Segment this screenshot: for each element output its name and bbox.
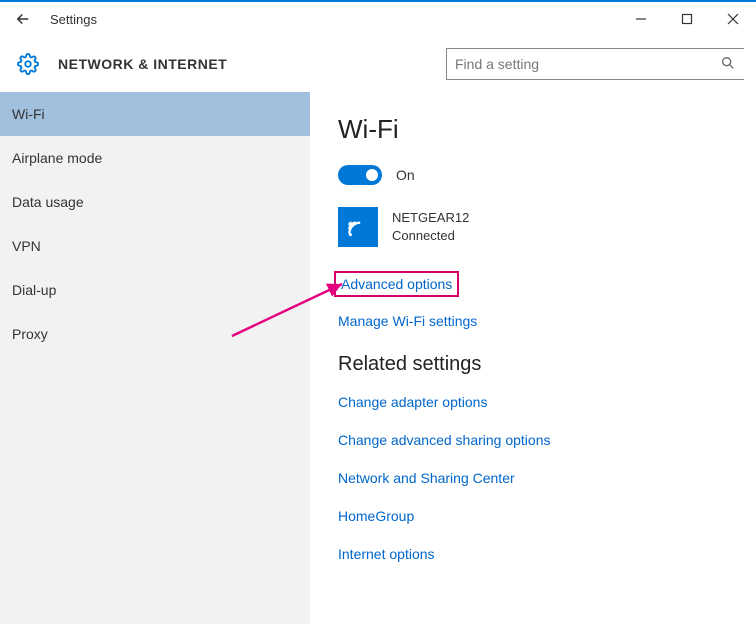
wifi-toggle[interactable] [338,165,382,185]
maximize-button[interactable] [664,2,710,36]
window-controls [618,2,756,36]
header-title: NETWORK & INTERNET [40,56,227,72]
related-link-homegroup[interactable]: HomeGroup [338,508,728,524]
sidebar-item-label: Proxy [12,326,48,342]
manage-wifi-link[interactable]: Manage Wi-Fi settings [338,313,728,329]
window-title: Settings [40,12,97,27]
gear-icon [16,52,40,76]
related-link-adapter[interactable]: Change adapter options [338,394,728,410]
close-button[interactable] [710,2,756,36]
titlebar: Settings [0,2,756,36]
minimize-button[interactable] [618,2,664,36]
search-icon [720,55,736,74]
related-link-internet[interactable]: Internet options [338,546,728,562]
sidebar-item-wifi[interactable]: Wi-Fi [0,92,310,136]
sidebar-item-label: Wi-Fi [12,106,45,122]
sidebar-item-dialup[interactable]: Dial-up [0,268,310,312]
wifi-toggle-row: On [338,165,728,185]
sidebar-item-proxy[interactable]: Proxy [0,312,310,356]
wifi-signal-icon [338,207,378,247]
back-button[interactable] [6,2,40,36]
header: NETWORK & INTERNET Find a setting [0,36,756,92]
network-text: NETGEAR12 Connected [392,209,469,244]
advanced-options-link[interactable]: Advanced options [338,275,455,293]
current-network[interactable]: NETGEAR12 Connected [338,207,728,247]
sidebar-item-label: VPN [12,238,41,254]
related-heading: Related settings [338,353,728,376]
related-link-sharing[interactable]: Change advanced sharing options [338,432,728,448]
search-placeholder: Find a setting [455,56,539,72]
sidebar: Wi-Fi Airplane mode Data usage VPN Dial-… [0,92,310,624]
wifi-toggle-label: On [396,167,415,183]
page-heading: Wi-Fi [338,114,728,145]
search-input[interactable]: Find a setting [446,48,744,80]
sidebar-item-vpn[interactable]: VPN [0,224,310,268]
sidebar-item-datausage[interactable]: Data usage [0,180,310,224]
sidebar-item-label: Dial-up [12,282,56,298]
network-status: Connected [392,227,469,245]
related-link-nsc[interactable]: Network and Sharing Center [338,470,728,486]
network-name: NETGEAR12 [392,209,469,227]
sidebar-item-label: Airplane mode [12,150,102,166]
sidebar-item-label: Data usage [12,194,84,210]
sidebar-item-airplane[interactable]: Airplane mode [0,136,310,180]
main-content: Wi-Fi On NETGEAR12 Connected Advanced op… [310,92,756,624]
